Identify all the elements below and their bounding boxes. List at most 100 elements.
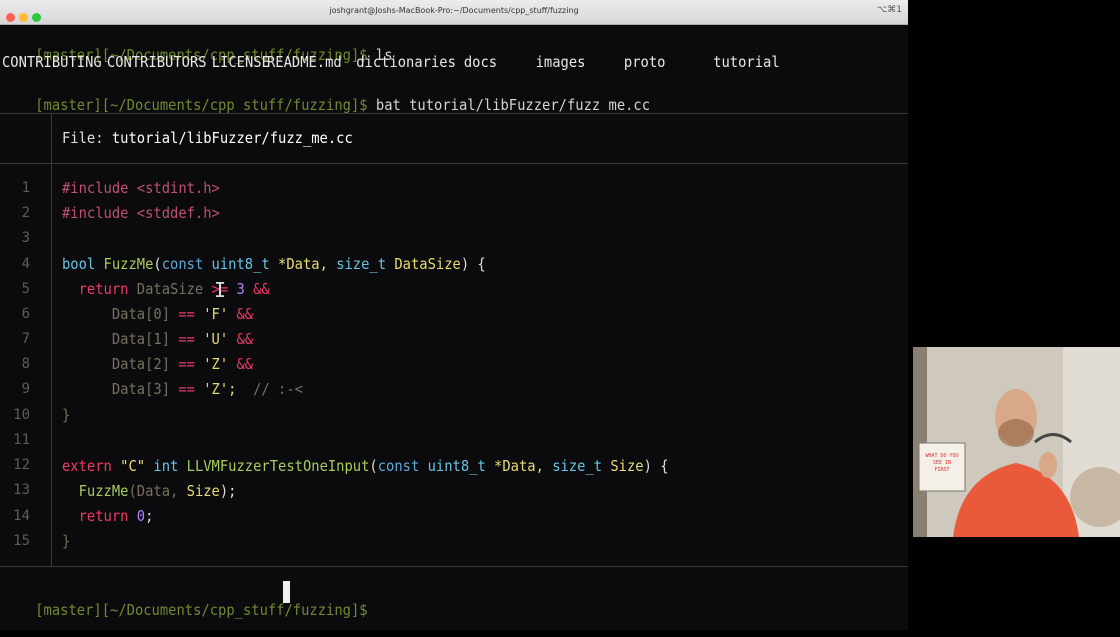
code-token: *Data, (278, 255, 328, 273)
code-token: *Data, (494, 457, 544, 475)
code-token: (Data, (128, 482, 179, 500)
line-number: 2 (21, 205, 30, 221)
code-token: Size (186, 482, 220, 500)
code-token: #include (62, 179, 129, 197)
code-token: == (178, 355, 195, 373)
line-number: 10 (13, 407, 30, 423)
ls-output: CONTRIBUTING CONTRIBUTORS LICENSE README… (2, 53, 780, 73)
ls-item: tutorial (713, 53, 780, 71)
ls-item: CONTRIBUTORS (106, 53, 207, 71)
line-number: 11 (13, 432, 30, 448)
code-token: 3 (236, 280, 245, 298)
code-token: return (78, 507, 129, 525)
presenter-video: WHAT DO YOU SEE IN FIRST (913, 347, 1120, 537)
ls-item: LICENSE (211, 53, 270, 71)
code-token: ); (219, 482, 237, 500)
code-token: == (178, 380, 195, 398)
bat-file-header: File: tutorial/libFuzzer/fuzz_me.cc (62, 129, 353, 147)
prompt-branch: [master] (35, 601, 102, 619)
code-token: LLVMFuzzerTestOneInput (186, 457, 370, 475)
line-number: 3 (21, 230, 30, 246)
code-token: // :-< (253, 380, 303, 398)
poster-text: SEE IN (933, 460, 951, 466)
title-bar[interactable]: joshgrant@Joshs-MacBook-Pro:~/Documents/… (0, 0, 908, 25)
text-cursor-icon: 𝙸 (214, 278, 227, 302)
code-token: Data[3] (111, 380, 171, 398)
code-token: Size (610, 457, 644, 475)
code-token: const (161, 255, 204, 273)
code-token: Data[2] (111, 355, 171, 373)
code-token: FuzzMe (103, 255, 154, 273)
poster-text: WHAT DO YOU (925, 453, 958, 459)
code-line-10: } (62, 406, 70, 424)
code-token: && (236, 330, 254, 348)
bat-gutter-divider (51, 163, 52, 566)
window-shortcut: ⌥⌘1 (876, 5, 902, 15)
code-token: 'F' (203, 305, 229, 323)
code-token: extern (62, 457, 112, 475)
code-token: 'Z' (203, 355, 229, 373)
code-token: DataSize (394, 255, 461, 273)
line-number: 8 (21, 356, 30, 372)
code-line-4: bool FuzzMe(const uint8_t *Data, size_t … (62, 255, 486, 273)
code-line-9: Data[3] == 'Z'; // :-< (62, 380, 303, 398)
code-token: size_t (552, 457, 603, 475)
command-text: bat tutorial/libFuzzer/fuzz_me.cc (375, 96, 651, 114)
code-token: ) { (460, 255, 486, 273)
code-token: FuzzMe (78, 482, 129, 500)
line-number: 12 (13, 457, 30, 473)
code-token: <stddef.h> (136, 204, 220, 222)
file-path: tutorial/libFuzzer/fuzz_me.cc (111, 129, 353, 147)
bat-header-rule (0, 163, 908, 164)
line-number: 5 (21, 281, 30, 297)
code-line-15: } (62, 532, 70, 550)
code-token: uint8_t (427, 457, 486, 475)
line-number: 13 (13, 482, 30, 498)
line-number: 7 (21, 331, 30, 347)
code-token: return (78, 280, 129, 298)
ls-item: CONTRIBUTING (2, 53, 102, 71)
code-line-14: return 0; (62, 507, 154, 525)
line-number: 15 (13, 533, 30, 549)
prompt-line-2: [master][~/Documents/cpp_stuff/fuzzing]$… (2, 78, 650, 132)
code-token: <stdint.h> (136, 179, 220, 197)
line-number: 14 (13, 508, 30, 524)
code-token: uint8_t (211, 255, 270, 273)
code-token: Data[1] (111, 330, 171, 348)
code-token: const (377, 457, 420, 475)
code-token: && (253, 280, 270, 298)
ls-item: docs (463, 53, 498, 71)
code-line-12: extern "C" int LLVMFuzzerTestOneInput(co… (62, 457, 669, 475)
code-token: "C" (120, 457, 146, 475)
code-token: int (153, 457, 179, 475)
code-token: DataSize (136, 280, 204, 298)
code-line-2: #include <stddef.h> (62, 204, 220, 222)
window-title: joshgrant@Joshs-MacBook-Pro:~/Documents/… (329, 6, 579, 15)
terminal-cursor (283, 581, 290, 603)
file-label: File: (62, 129, 104, 147)
ls-item: README.md (266, 53, 342, 71)
ls-item: dictionaries (356, 53, 456, 71)
poster-text: FIRST (934, 467, 949, 473)
bat-top-rule (0, 113, 908, 114)
code-token: && (236, 355, 254, 373)
line-number: 9 (21, 381, 30, 397)
code-token: 'Z'; (203, 380, 237, 398)
code-token: == (178, 330, 195, 348)
bat-bottom-rule (0, 566, 908, 567)
code-token: #include (62, 204, 129, 222)
code-token: ) { (643, 457, 669, 475)
code-token: ( (369, 457, 378, 475)
code-token: && (236, 305, 254, 323)
code-token: 'U' (203, 330, 229, 348)
terminal-window[interactable]: joshgrant@Joshs-MacBook-Pro:~/Documents/… (0, 0, 908, 630)
code-token: } (62, 406, 71, 424)
presenter-video-frame: WHAT DO YOU SEE IN FIRST (913, 347, 1120, 537)
code-token: } (62, 532, 71, 550)
code-line-1: #include <stdint.h> (62, 179, 220, 197)
ls-item: proto (623, 53, 666, 71)
code-line-13: FuzzMe(Data, Size); (62, 482, 237, 500)
bat-header-divider (51, 113, 52, 163)
prompt-line-3[interactable]: [master][~/Documents/cpp_stuff/fuzzing]$ (2, 583, 368, 637)
ls-item: images (535, 53, 586, 71)
